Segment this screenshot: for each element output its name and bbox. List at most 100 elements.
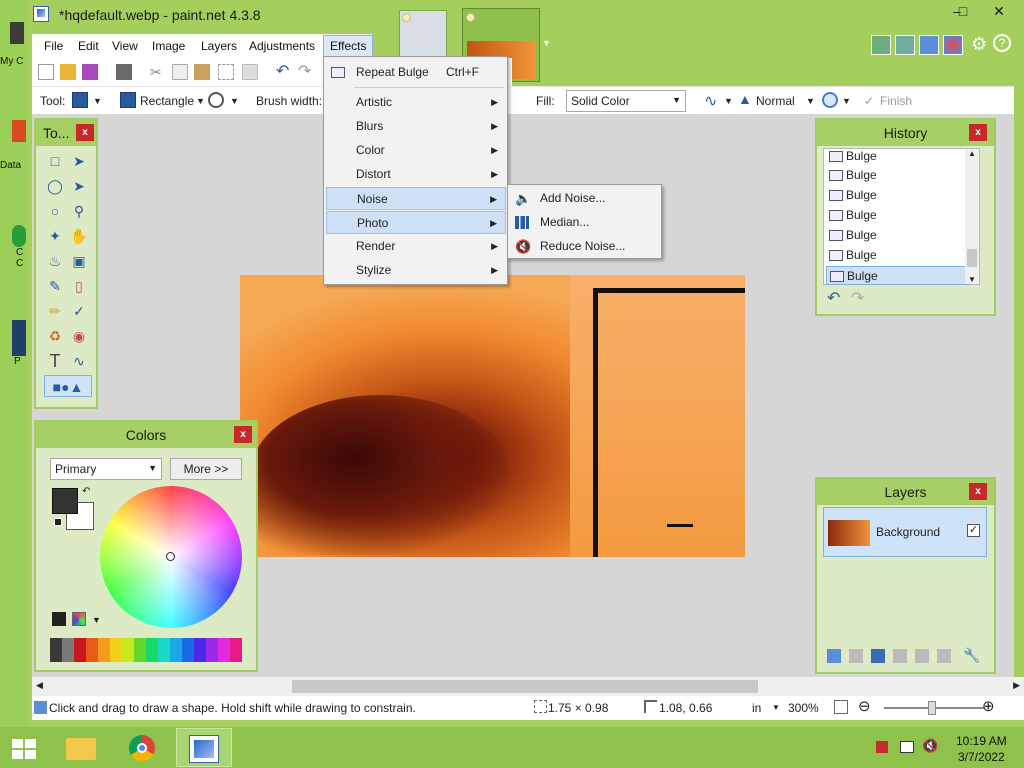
tool-rectangle-icon[interactable] bbox=[72, 92, 88, 108]
taskbar-paintnet[interactable] bbox=[176, 728, 232, 767]
palette-swatch[interactable] bbox=[158, 638, 170, 662]
history-panel-close-button[interactable]: x bbox=[969, 124, 987, 141]
help-icon[interactable]: ? bbox=[993, 34, 1011, 52]
layers-panel-close-button[interactable]: x bbox=[969, 483, 987, 500]
swap-colors-icon[interactable]: ↶ bbox=[82, 486, 90, 497]
menu-reduce-noise[interactable]: 🔇 Reduce Noise... bbox=[510, 235, 660, 258]
open-folder-icon[interactable] bbox=[60, 64, 76, 80]
tools-panel-close-button[interactable]: x bbox=[76, 124, 94, 141]
merge-layer-icon[interactable] bbox=[893, 649, 907, 663]
finish-check-icon[interactable]: ✓ bbox=[864, 94, 874, 108]
history-list[interactable]: Bulge Bulge Bulge Bulge Bulge Bulge Bulg… bbox=[823, 148, 980, 285]
menu-photo[interactable]: Photo ▶ bbox=[326, 211, 506, 234]
palette-swatch[interactable] bbox=[218, 638, 230, 662]
copy-icon[interactable] bbox=[172, 64, 188, 80]
palette-swatch[interactable] bbox=[230, 638, 242, 662]
add-color-icon[interactable] bbox=[52, 612, 66, 626]
colors-panel-header[interactable]: Colors bbox=[36, 422, 256, 448]
palette-dropdown-icon[interactable]: ▼ bbox=[92, 615, 101, 625]
menu-repeat-bulge[interactable]: Repeat Bulge Ctrl+F bbox=[326, 61, 506, 84]
desktop-icon-data[interactable]: Data bbox=[0, 120, 26, 171]
delete-layer-icon[interactable] bbox=[849, 649, 863, 663]
save-icon[interactable] bbox=[82, 64, 98, 80]
menu-image[interactable]: Image bbox=[152, 39, 185, 53]
layer-item-background[interactable]: Background ✓ bbox=[823, 507, 987, 557]
palette-swatch[interactable] bbox=[182, 638, 194, 662]
palette-swatch[interactable] bbox=[50, 638, 62, 662]
menu-view[interactable]: View bbox=[112, 39, 138, 53]
menu-add-noise[interactable]: 🔈 Add Noise... bbox=[510, 187, 660, 210]
scroll-down-icon[interactable]: ▼ bbox=[965, 275, 979, 284]
history-undo-icon[interactable]: ↶ bbox=[827, 288, 840, 308]
antialias-icon[interactable]: ∿ bbox=[704, 91, 717, 111]
history-item[interactable]: Bulge bbox=[826, 166, 972, 185]
scroll-right-icon[interactable]: ▶ bbox=[1013, 680, 1020, 691]
zoom-slider[interactable] bbox=[884, 701, 984, 715]
shape-rectangle-icon[interactable] bbox=[120, 92, 136, 108]
start-button[interactable] bbox=[0, 728, 48, 767]
palette-swatch[interactable] bbox=[122, 638, 134, 662]
selection-mode-icon[interactable] bbox=[822, 92, 838, 108]
tool-dropdown-icon[interactable]: ▼ bbox=[93, 96, 102, 106]
pan-hand-icon[interactable]: ✋ bbox=[68, 225, 90, 247]
palette-swatch[interactable] bbox=[74, 638, 86, 662]
taskbar-chrome[interactable] bbox=[118, 728, 166, 767]
history-item[interactable]: Bulge bbox=[826, 226, 972, 245]
menu-effects[interactable]: Effects bbox=[323, 35, 374, 57]
menu-render[interactable]: Render ▶ bbox=[326, 235, 506, 258]
unit-select[interactable]: in bbox=[752, 701, 761, 715]
tray-volume-icon[interactable]: 🔇 bbox=[922, 738, 938, 754]
blend-dropdown-icon[interactable]: ▼ bbox=[806, 96, 815, 106]
tray-time[interactable]: 10:19 AM bbox=[956, 734, 1007, 748]
undo-icon[interactable]: ↶ bbox=[276, 64, 292, 80]
menu-blurs[interactable]: Blurs ▶ bbox=[326, 115, 506, 138]
menu-file[interactable]: File bbox=[44, 39, 63, 53]
palette-swatch[interactable] bbox=[86, 638, 98, 662]
primary-color-swatch[interactable] bbox=[52, 488, 78, 514]
shapes-tool-icon[interactable]: ■●▲ bbox=[44, 375, 92, 397]
settings-gear-icon[interactable]: ⚙ bbox=[971, 34, 987, 55]
history-item[interactable]: Bulge bbox=[826, 246, 972, 265]
gradient-icon[interactable]: ▣ bbox=[68, 250, 90, 272]
unit-dropdown-icon[interactable]: ▼ bbox=[772, 703, 780, 712]
history-toggle-icon[interactable] bbox=[895, 35, 915, 55]
desktop-icon-chrome[interactable]: C C bbox=[0, 225, 26, 285]
image-canvas[interactable] bbox=[240, 275, 745, 557]
redo-icon[interactable]: ↷ bbox=[298, 64, 314, 80]
new-file-icon[interactable] bbox=[38, 64, 54, 80]
zoom-value[interactable]: 300% bbox=[788, 701, 819, 715]
shape-draw-type-icon[interactable] bbox=[208, 92, 224, 108]
paintbrush-icon[interactable]: ✎ bbox=[44, 275, 66, 297]
tray-date[interactable]: 3/7/2022 bbox=[958, 750, 1005, 764]
paintnet-app-icon[interactable] bbox=[33, 6, 49, 22]
recolor-icon[interactable]: ◉ bbox=[68, 325, 90, 347]
scroll-left-icon[interactable]: ◀ bbox=[36, 680, 43, 691]
history-item[interactable]: Bulge bbox=[826, 186, 972, 205]
palette-swatch[interactable] bbox=[110, 638, 122, 662]
palette-icon[interactable] bbox=[72, 612, 86, 626]
history-redo-icon[interactable]: ↷ bbox=[851, 288, 864, 308]
history-item[interactable]: Bulge bbox=[826, 206, 972, 225]
history-item[interactable]: Bulge bbox=[826, 147, 972, 166]
menu-median[interactable]: Median... bbox=[510, 211, 660, 234]
zoom-out-icon[interactable]: ⊖ bbox=[858, 697, 871, 715]
deselect-icon[interactable] bbox=[242, 64, 258, 80]
zoom-icon[interactable]: ⚲ bbox=[68, 200, 90, 222]
more-colors-button[interactable]: More >> bbox=[170, 458, 242, 480]
blend-mode-icon[interactable]: ▲ bbox=[738, 91, 752, 107]
history-item-selected[interactable]: Bulge bbox=[826, 266, 972, 285]
fill-select[interactable]: Solid Color ▼ bbox=[566, 90, 686, 112]
menu-adjustments[interactable]: Adjustments bbox=[249, 39, 315, 53]
line-curve-icon[interactable]: ∿ bbox=[68, 350, 90, 372]
tray-network-icon[interactable] bbox=[900, 741, 914, 753]
menu-stylize[interactable]: Stylize ▶ bbox=[326, 259, 506, 282]
shape-type-label[interactable]: Rectangle bbox=[140, 94, 194, 108]
color-mode-select[interactable]: Primary ▼ bbox=[50, 458, 162, 480]
layer-visibility-checkbox[interactable]: ✓ bbox=[967, 524, 980, 537]
tray-flag-icon[interactable] bbox=[876, 741, 888, 753]
taskbar-file-explorer[interactable] bbox=[56, 728, 104, 767]
move-selection-icon[interactable]: ➤ bbox=[68, 175, 90, 197]
history-panel-header[interactable]: History bbox=[817, 120, 994, 146]
colors-panel-close-button[interactable]: x bbox=[234, 426, 252, 443]
draw-type-dropdown-icon[interactable]: ▼ bbox=[230, 96, 239, 106]
